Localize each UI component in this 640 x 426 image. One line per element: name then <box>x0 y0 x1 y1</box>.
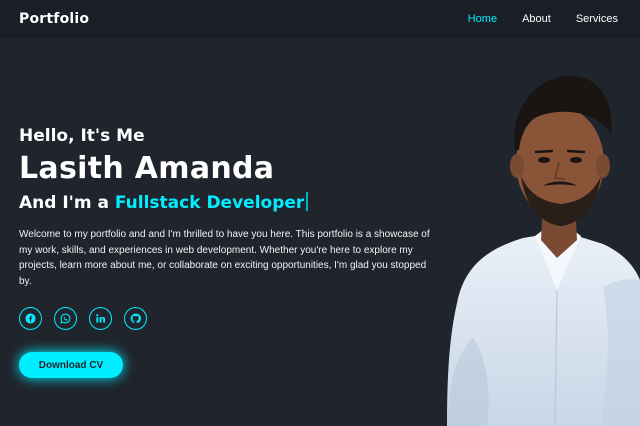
hero-intro: Welcome to my portfolio and and I'm thri… <box>19 229 430 287</box>
github-icon <box>130 313 141 324</box>
nav-link-services[interactable]: Services <box>576 13 618 25</box>
facebook-icon <box>25 313 36 324</box>
hero-name: Lasith Amanda <box>19 151 275 186</box>
download-cv-button[interactable]: Download CV <box>19 352 123 378</box>
social-links <box>19 307 439 330</box>
nav-link-about[interactable]: About <box>522 13 551 25</box>
hero-section: Hello, It's Me Lasith Amanda And I'm a F… <box>19 125 439 378</box>
hero-role: And I'm a Fullstack Developer <box>19 191 439 215</box>
whatsapp-link[interactable] <box>54 307 77 330</box>
typing-cursor <box>306 192 309 211</box>
hero-greeting: Hello, It's Me <box>19 126 145 146</box>
linkedin-link[interactable] <box>89 307 112 330</box>
top-navbar: Portfolio Home About Services <box>0 0 640 38</box>
site-logo[interactable]: Portfolio <box>19 11 89 27</box>
whatsapp-icon <box>60 313 71 324</box>
facebook-link[interactable] <box>19 307 42 330</box>
linkedin-icon <box>96 314 106 323</box>
profile-photo <box>447 75 640 426</box>
nav-link-home[interactable]: Home <box>468 13 497 25</box>
role-prefix: And I'm a <box>19 193 115 213</box>
github-link[interactable] <box>124 307 147 330</box>
role-highlight: Fullstack Developer <box>114 193 305 213</box>
main-nav: Home About Services <box>468 13 618 25</box>
